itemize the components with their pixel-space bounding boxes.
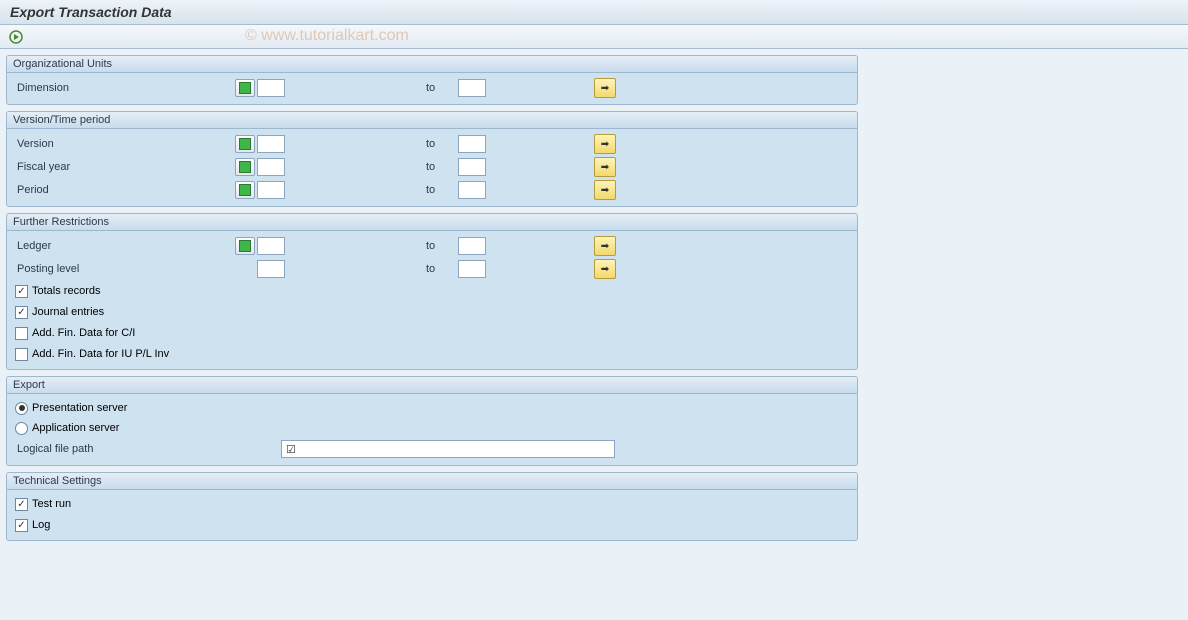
row-add-fin-iu: Add. Fin. Data for IU P/L Inv	[15, 344, 849, 364]
row-totals-records: ✓ Totals records	[15, 281, 849, 301]
checkbox-test-run[interactable]: ✓	[15, 498, 28, 511]
radio-application-server[interactable]	[15, 422, 28, 435]
checkbox-log[interactable]: ✓	[15, 519, 28, 532]
label-presentation-server: Presentation server	[32, 402, 127, 414]
section-header-technical: Technical Settings	[7, 473, 857, 490]
section-technical: Technical Settings ✓ Test run ✓ Log	[6, 472, 858, 541]
to-label-period: to	[426, 184, 454, 196]
row-presentation-server: Presentation server	[15, 398, 849, 418]
label-journal-entries: Journal entries	[32, 306, 104, 318]
input-period-from[interactable]	[257, 181, 285, 199]
to-label-dimension: to	[426, 82, 454, 94]
label-logical-file-path: Logical file path	[15, 443, 235, 455]
label-version: Version	[15, 138, 235, 150]
title-bar: Export Transaction Data	[0, 0, 1188, 25]
watermark: © www.tutorialkart.com	[245, 27, 409, 45]
to-label-fiscal-year: to	[426, 161, 454, 173]
selector-fiscal-year[interactable]	[235, 158, 255, 176]
selector-period[interactable]	[235, 181, 255, 199]
to-label-posting-level: to	[426, 263, 454, 275]
checkbox-journal-entries[interactable]: ✓	[15, 306, 28, 319]
label-application-server: Application server	[32, 422, 119, 434]
multi-select-dimension[interactable]	[594, 78, 616, 98]
row-posting-level: Posting level to	[15, 258, 849, 280]
label-totals-records: Totals records	[32, 285, 100, 297]
section-version-time: Version/Time period Version to Fiscal ye…	[6, 111, 858, 207]
label-ledger: Ledger	[15, 240, 235, 252]
row-logical-file-path: Logical file path ☑	[15, 438, 849, 460]
row-period: Period to	[15, 179, 849, 201]
input-dimension-to[interactable]	[458, 79, 486, 97]
section-header-restrictions: Further Restrictions	[7, 214, 857, 231]
selector-dimension[interactable]	[235, 79, 255, 97]
label-log: Log	[32, 519, 50, 531]
to-label-ledger: to	[426, 240, 454, 252]
file-check-icon: ☑	[286, 443, 296, 456]
multi-select-fiscal-year[interactable]	[594, 157, 616, 177]
selector-version[interactable]	[235, 135, 255, 153]
row-log: ✓ Log	[15, 515, 849, 535]
row-ledger: Ledger to	[15, 235, 849, 257]
input-fiscal-year-to[interactable]	[458, 158, 486, 176]
input-fiscal-year-from[interactable]	[257, 158, 285, 176]
section-header-org: Organizational Units	[7, 56, 857, 73]
row-dimension: Dimension to	[15, 77, 849, 99]
selector-ledger[interactable]	[235, 237, 255, 255]
label-dimension: Dimension	[15, 82, 235, 94]
checkbox-add-fin-ci[interactable]	[15, 327, 28, 340]
execute-icon[interactable]	[8, 29, 24, 45]
checkbox-add-fin-iu[interactable]	[15, 348, 28, 361]
label-period: Period	[15, 184, 235, 196]
input-dimension-from[interactable]	[257, 79, 285, 97]
input-posting-level-from[interactable]	[257, 260, 285, 278]
label-add-fin-iu: Add. Fin. Data for IU P/L Inv	[32, 348, 169, 360]
multi-select-posting-level[interactable]	[594, 259, 616, 279]
multi-select-version[interactable]	[594, 134, 616, 154]
section-header-version: Version/Time period	[7, 112, 857, 129]
row-journal-entries: ✓ Journal entries	[15, 302, 849, 322]
section-header-export: Export	[7, 377, 857, 394]
toolbar: © www.tutorialkart.com	[0, 25, 1188, 49]
section-org-units: Organizational Units Dimension to	[6, 55, 858, 105]
section-export: Export Presentation server Application s…	[6, 376, 858, 466]
row-application-server: Application server	[15, 418, 849, 438]
section-restrictions: Further Restrictions Ledger to Posting l…	[6, 213, 858, 370]
multi-select-period[interactable]	[594, 180, 616, 200]
input-period-to[interactable]	[458, 181, 486, 199]
input-posting-level-to[interactable]	[458, 260, 486, 278]
input-version-to[interactable]	[458, 135, 486, 153]
row-test-run: ✓ Test run	[15, 494, 849, 514]
input-version-from[interactable]	[257, 135, 285, 153]
row-add-fin-ci: Add. Fin. Data for C/I	[15, 323, 849, 343]
row-version: Version to	[15, 133, 849, 155]
label-add-fin-ci: Add. Fin. Data for C/I	[32, 327, 135, 339]
label-fiscal-year: Fiscal year	[15, 161, 235, 173]
content: Organizational Units Dimension to Versio…	[0, 49, 864, 553]
label-test-run: Test run	[32, 498, 71, 510]
label-posting-level: Posting level	[15, 263, 235, 275]
multi-select-ledger[interactable]	[594, 236, 616, 256]
input-ledger-from[interactable]	[257, 237, 285, 255]
input-ledger-to[interactable]	[458, 237, 486, 255]
page-title: Export Transaction Data	[10, 4, 172, 20]
input-logical-file-path[interactable]: ☑	[281, 440, 615, 458]
checkbox-totals-records[interactable]: ✓	[15, 285, 28, 298]
to-label-version: to	[426, 138, 454, 150]
row-fiscal-year: Fiscal year to	[15, 156, 849, 178]
radio-presentation-server[interactable]	[15, 402, 28, 415]
